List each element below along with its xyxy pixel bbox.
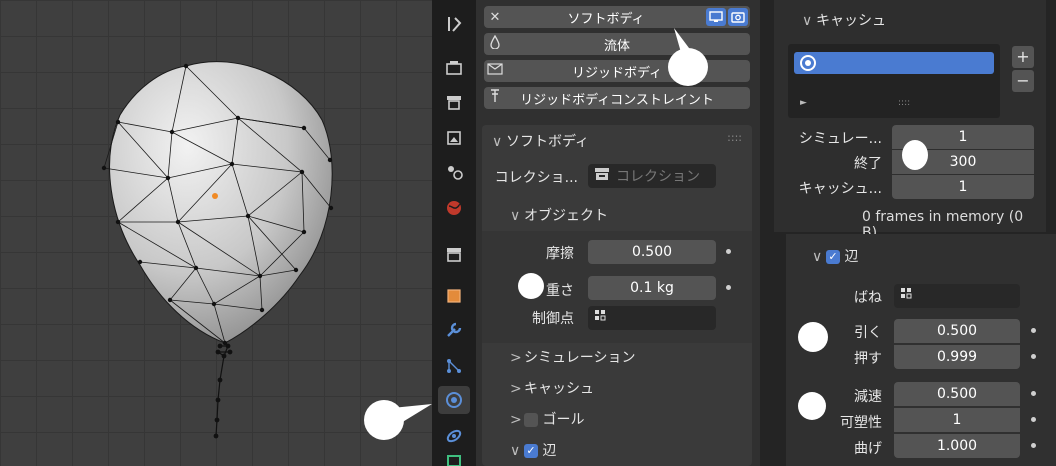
- push-label: 押す: [854, 351, 882, 367]
- simulation-subpanel-header[interactable]: > シミュレーション: [510, 347, 635, 367]
- constraints-icon[interactable]: [438, 422, 470, 450]
- chevron-right-icon: >: [510, 381, 522, 397]
- rigid-body-icon: [484, 63, 506, 79]
- keyframe-dot-icon[interactable]: [1031, 443, 1036, 448]
- viewport-display-icon[interactable]: [706, 8, 726, 26]
- annotation-pointer: [674, 28, 692, 56]
- annotation-pointer: [392, 404, 432, 426]
- collection-field[interactable]: コレクション: [588, 164, 716, 188]
- particles-icon[interactable]: [438, 352, 470, 380]
- keyframe-dot-icon[interactable]: [1031, 354, 1036, 359]
- edges-checkbox[interactable]: ✓: [524, 444, 538, 458]
- cache-list-item[interactable]: [794, 52, 994, 74]
- remove-cache-button[interactable]: −: [1012, 70, 1034, 92]
- object-subpanel-header[interactable]: ∨ オブジェクト: [510, 205, 608, 225]
- goal-checkbox[interactable]: [524, 413, 538, 427]
- fluid-drop-icon: [484, 34, 506, 53]
- vertex-group-icon: [594, 309, 610, 327]
- edges-panel: ∨ ✓ 辺 ばね 引く 0.500 押す 0.999 減速 0.500 可塑性 1…: [786, 234, 1056, 466]
- annotation-marker: [798, 322, 828, 352]
- modifier-icon[interactable]: [438, 316, 470, 344]
- add-cache-button[interactable]: +: [1012, 46, 1034, 68]
- vertex-group-icon: [900, 287, 916, 305]
- keyframe-dot-icon[interactable]: [1031, 391, 1036, 396]
- collection-label: コレクショ...: [494, 170, 578, 186]
- pull-field[interactable]: 0.500: [894, 319, 1020, 343]
- constraint-icon: [484, 89, 506, 107]
- bending-label: 曲げ: [854, 441, 882, 457]
- scene-icon[interactable]: [438, 158, 470, 186]
- damp-field[interactable]: 0.500: [894, 382, 1020, 406]
- spring-label: ばね: [854, 290, 882, 306]
- keyframe-dot-icon[interactable]: [1031, 328, 1036, 333]
- chevron-down-icon: ∨: [802, 13, 813, 29]
- cache-subpanel-header[interactable]: > キャッシュ: [510, 378, 594, 398]
- annotation-marker: [518, 273, 544, 299]
- list-resize-grip[interactable]: ::::: [898, 98, 910, 108]
- friction-label: 摩擦: [546, 246, 574, 262]
- edges-panel-header[interactable]: ∨ ✓ 辺: [812, 246, 858, 266]
- control-point-field[interactable]: [588, 306, 716, 330]
- softbody-toggle-button[interactable]: ✕ ソフトボディ: [484, 6, 750, 28]
- data-icon[interactable]: [438, 454, 470, 466]
- keyframe-dot-icon[interactable]: [1031, 417, 1036, 422]
- edges-subpanel-header[interactable]: ∨ ✓ 辺: [510, 440, 556, 460]
- close-icon[interactable]: ✕: [484, 10, 506, 25]
- tool-icon[interactable]: [438, 10, 470, 38]
- cache-panel: ∨ キャッシュ ► :::: + − シミュレー... 1 終了 300 キャッシ…: [774, 0, 1046, 241]
- object-icon[interactable]: [438, 282, 470, 310]
- bending-field[interactable]: 1.000: [894, 434, 1020, 458]
- cache-panel-header[interactable]: ∨ キャッシュ: [802, 10, 886, 30]
- spring-field[interactable]: [894, 284, 1020, 308]
- fluid-button[interactable]: 流体: [484, 33, 750, 55]
- mass-field[interactable]: 0.1 kg: [588, 276, 716, 300]
- chevron-down-icon: ∨: [510, 443, 521, 459]
- physics-icon: [800, 55, 816, 71]
- render-icon[interactable]: [438, 54, 470, 82]
- properties-tabs: [432, 0, 476, 466]
- expand-triangle-icon[interactable]: ►: [800, 98, 807, 108]
- softbody-panel-header[interactable]: ∨ ソフトボディ: [492, 131, 589, 151]
- collection-icon[interactable]: [438, 240, 470, 268]
- plastic-field[interactable]: 1: [894, 408, 1020, 432]
- sim-start-label: シミュレー...: [798, 131, 882, 147]
- balloon-mesh: [101, 61, 334, 439]
- cache-list[interactable]: ► ::::: [788, 44, 1000, 118]
- push-field[interactable]: 0.999: [894, 345, 1020, 369]
- physics-properties: ✕ ソフトボディ 流体 リジッドボディ リジッドボディコンストレイント ∨ ソフト…: [476, 0, 760, 466]
- render-camera-icon[interactable]: [728, 8, 748, 26]
- edges-checkbox[interactable]: ✓: [826, 250, 840, 264]
- annotation-marker: [902, 140, 928, 170]
- cache-step-field[interactable]: 1: [892, 175, 1034, 199]
- friction-field[interactable]: 0.500: [588, 240, 716, 264]
- goal-subpanel-header[interactable]: > ゴール: [510, 409, 584, 429]
- cache-step-label: キャッシュ...: [798, 181, 882, 197]
- output-icon[interactable]: [438, 88, 470, 116]
- rigid-body-button[interactable]: リジッドボディ: [484, 60, 750, 82]
- annotation-marker: [798, 392, 826, 420]
- chevron-down-icon: ∨: [510, 208, 521, 224]
- keyframe-dot-icon[interactable]: [726, 249, 731, 254]
- view-layer-icon[interactable]: [438, 124, 470, 152]
- 3d-viewport[interactable]: [0, 0, 432, 466]
- collection-box-icon: [594, 167, 610, 185]
- visibility-toggles: [706, 8, 748, 26]
- chevron-down-icon: ∨: [812, 249, 823, 265]
- chevron-right-icon: >: [510, 350, 522, 366]
- world-icon[interactable]: [438, 194, 470, 222]
- control-point-label: 制御点: [532, 311, 574, 327]
- chevron-down-icon: ∨: [492, 134, 503, 150]
- chevron-right-icon: >: [510, 412, 522, 428]
- end-label: 終了: [854, 156, 882, 172]
- rigid-body-constraint-button[interactable]: リジッドボディコンストレイント: [484, 87, 750, 109]
- physics-icon[interactable]: [438, 386, 470, 414]
- drag-grip-icon[interactable]: ::::: [727, 131, 742, 144]
- keyframe-dot-icon[interactable]: [726, 285, 731, 290]
